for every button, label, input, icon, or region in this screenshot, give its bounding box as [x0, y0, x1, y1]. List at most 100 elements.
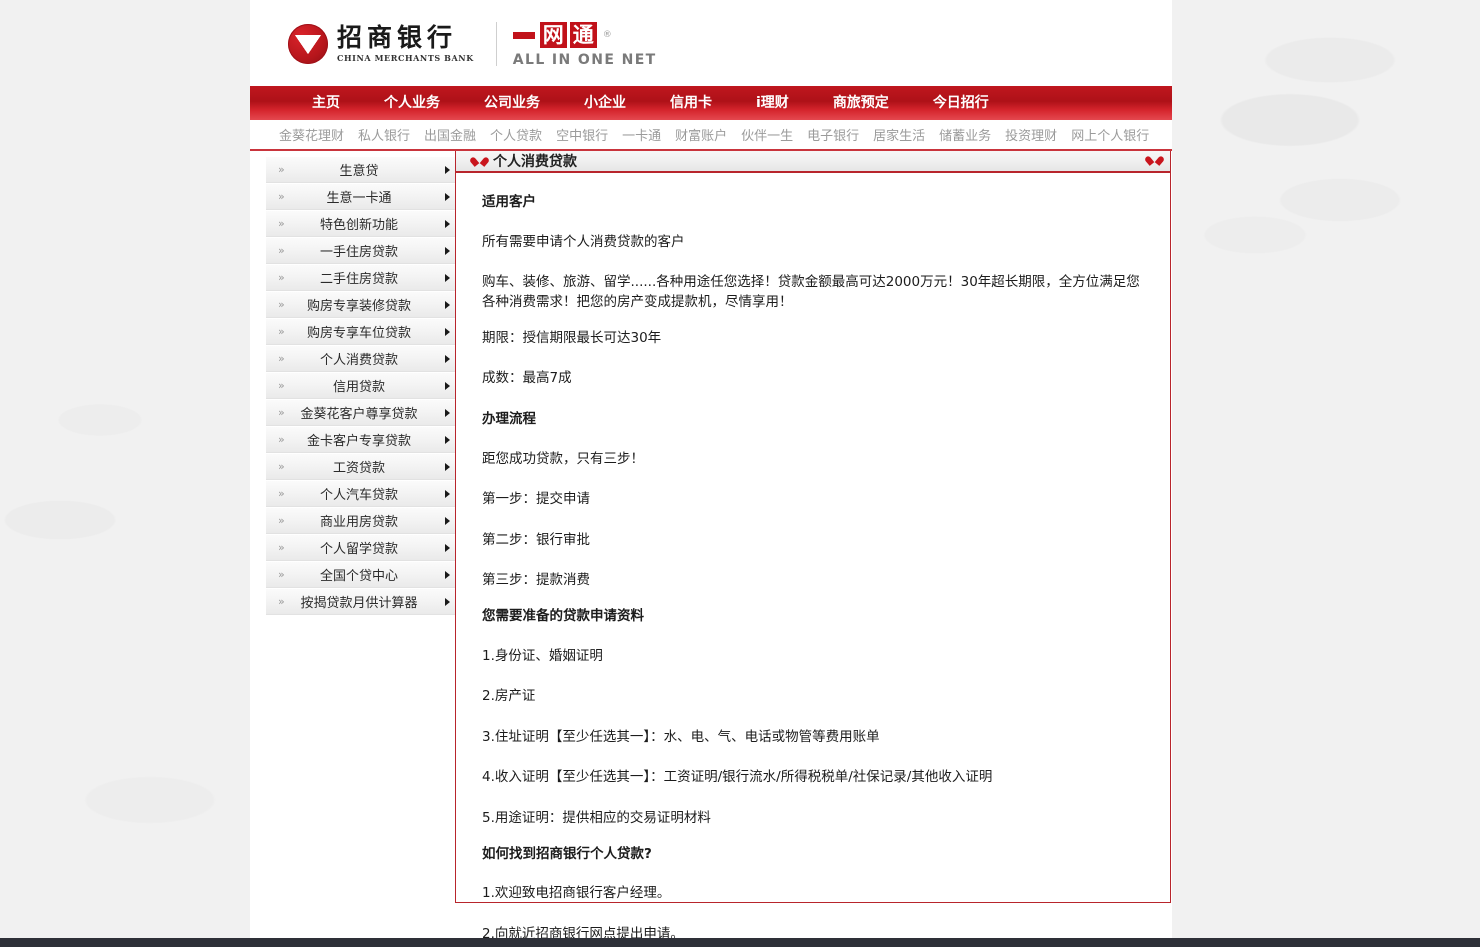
sidebar-item-national-loan-center[interactable]: » 全国个贷中心 — [266, 561, 456, 588]
sidebar-item-label: 个人汽车贷款 — [319, 488, 398, 503]
subnav-item-air-banking[interactable]: 空中银行 — [549, 125, 615, 144]
sidebar-item-label: 一手住房贷款 — [319, 245, 398, 260]
site-header: 招商银行 CHINA MERCHANTS BANK 网 通 ® ALL IN O… — [250, 0, 1172, 86]
sidebar-item-mortgage-calculator[interactable]: » 按揭贷款月供计算器 — [266, 588, 456, 615]
brand-logo[interactable]: 招商银行 CHINA MERCHANTS BANK 网 通 ® ALL IN O… — [288, 20, 657, 68]
sidebar-item-study-abroad-loan[interactable]: » 个人留学贷款 — [266, 534, 456, 561]
subnav-item-partner-for-life[interactable]: 伙伴一生 — [734, 125, 800, 144]
nav-item-personal[interactable]: 个人业务 — [362, 86, 462, 120]
side-menu: » 生意贷 » 生意一卡通 » 特色创新功能 » 一手住房贷款 » 二手住房贷款… — [266, 156, 456, 615]
sidebar-item-label: 全国个贷中心 — [319, 569, 398, 584]
sidebar-item-label: 金卡客户专享贷款 — [306, 434, 411, 449]
sidebar-item-renovation-loan[interactable]: » 购房专享装修贷款 — [266, 291, 456, 318]
triangle-right-icon — [445, 597, 450, 606]
nav-item-corporate[interactable]: 公司业务 — [462, 86, 562, 120]
subnav-item-investment[interactable]: 投资理财 — [998, 125, 1064, 144]
double-chevron-icon: » — [278, 271, 285, 284]
sidebar-item-business-loan[interactable]: » 生意贷 — [266, 156, 456, 183]
sidebar-item-personal-auto-loan[interactable]: » 个人汽车贷款 — [266, 480, 456, 507]
nav-item-today-cmb[interactable]: 今日招行 — [911, 86, 1011, 120]
double-chevron-icon: » — [278, 325, 285, 338]
double-chevron-icon: » — [278, 406, 285, 419]
sidebar-item-business-all-in-one-card[interactable]: » 生意一卡通 — [266, 183, 456, 210]
paragraph-term: 期限：授信期限最长可达30年 — [482, 329, 662, 346]
nav-item-credit-card[interactable]: 信用卡 — [648, 86, 734, 120]
triangle-right-icon — [445, 381, 450, 390]
double-chevron-icon: » — [278, 379, 285, 392]
subnav-item-savings[interactable]: 储蓄业务 — [932, 125, 998, 144]
sidebar-item-gold-card-exclusive-loan[interactable]: » 金卡客户专享贷款 — [266, 426, 456, 453]
double-chevron-icon: » — [278, 163, 285, 176]
sidebar-item-personal-consumption-loan[interactable]: » 个人消费贷款 — [266, 345, 456, 372]
double-chevron-icon: » — [278, 595, 285, 608]
triangle-right-icon — [445, 246, 450, 255]
subnav-item-overseas-finance[interactable]: 出国金融 — [417, 125, 483, 144]
subnav-item-online-banking[interactable]: 网上个人银行 — [1064, 125, 1156, 144]
sidebar-item-sunflower-exclusive-loan[interactable]: » 金葵花客户尊享贷款 — [266, 399, 456, 426]
registered-mark-icon: ® — [602, 30, 612, 41]
double-chevron-icon: » — [278, 298, 285, 311]
subnav-item-home-life[interactable]: 居家生活 — [866, 125, 932, 144]
triangle-right-icon — [445, 219, 450, 228]
paragraph-step-3: 第三步：提款消费 — [482, 572, 590, 589]
double-chevron-icon: » — [278, 217, 285, 230]
sidebar-item-second-hand-home-loan[interactable]: » 二手住房贷款 — [266, 264, 456, 291]
triangle-right-icon — [445, 489, 450, 498]
paragraph-doc-1: 1.身份证、婚姻证明 — [482, 647, 603, 664]
paragraph-ltv-ratio: 成数：最高7成 — [482, 370, 572, 387]
triangle-right-icon — [445, 570, 450, 579]
sidebar-item-commercial-property-loan[interactable]: » 商业用房贷款 — [266, 507, 456, 534]
triangle-right-icon — [445, 543, 450, 552]
net-char-wang: 网 — [539, 22, 567, 49]
sidebar-item-label: 生意一卡通 — [326, 191, 392, 206]
cmb-mountain-logo-icon — [288, 24, 328, 65]
subnav-item-all-in-one-card[interactable]: 一卡通 — [615, 125, 668, 144]
net-dash-glyph — [512, 31, 535, 39]
nav-item-i-wealth[interactable]: i理财 — [734, 86, 811, 120]
main-navigation: 主页 个人业务 公司业务 小企业 信用卡 i理财 商旅预定 今日招行 — [250, 86, 1172, 120]
triangle-right-icon — [445, 165, 450, 174]
sidebar-item-innovative-features[interactable]: » 特色创新功能 — [266, 210, 456, 237]
brand-name-en: CHINA MERCHANTS BANK — [337, 53, 474, 64]
double-chevron-icon: » — [278, 568, 285, 581]
sidebar-item-label: 特色创新功能 — [319, 218, 398, 233]
paragraph-doc-5: 5.用途证明：提供相应的交易证明材料 — [482, 809, 711, 826]
sidebar-item-new-home-loan[interactable]: » 一手住房贷款 — [266, 237, 456, 264]
article-body: 适用客户 所有需要申请个人消费贷款的客户 购车、装修、旅游、留学......各种… — [456, 173, 1170, 947]
section-heading-target-customers: 适用客户 — [482, 194, 536, 210]
subnav-item-wealth-account[interactable]: 财富账户 — [668, 125, 734, 144]
double-chevron-icon: » — [278, 514, 285, 527]
triangle-right-icon — [445, 273, 450, 282]
paragraph-target-customers: 所有需要申请个人消费贷款的客户 — [482, 233, 685, 250]
sidebar-item-label: 工资贷款 — [332, 461, 385, 476]
triangle-right-icon — [445, 327, 450, 336]
section-heading-required-documents: 您需要准备的贷款申请资料 — [482, 607, 644, 624]
content-title-bar: 个人消费贷款 — [456, 151, 1170, 173]
sub-navigation: 金葵花理财 私人银行 出国金融 个人贷款 空中银行 一卡通 财富账户 伙伴一生 … — [250, 120, 1172, 151]
double-chevron-icon: » — [278, 352, 285, 365]
sidebar-item-credit-loan[interactable]: » 信用贷款 — [266, 372, 456, 399]
footer-bar — [0, 938, 1480, 947]
sidebar-item-parking-space-loan[interactable]: » 购房专享车位贷款 — [266, 318, 456, 345]
sidebar-item-label: 金葵花客户尊享贷款 — [300, 407, 418, 422]
sidebar-item-label: 个人留学贷款 — [319, 542, 398, 557]
subnav-item-e-banking[interactable]: 电子银行 — [800, 125, 866, 144]
triangle-right-icon — [445, 516, 450, 525]
nav-item-small-business[interactable]: 小企业 — [562, 86, 648, 120]
sidebar-item-salary-loan[interactable]: » 工资贷款 — [266, 453, 456, 480]
triangle-right-icon — [445, 300, 450, 309]
net-name-en: ALL IN ONE NET — [512, 52, 657, 69]
paragraph-step-2: 第二步：银行审批 — [482, 531, 590, 548]
all-in-one-net-logo: 网 通 ® ALL IN ONE NET — [512, 20, 657, 69]
content-panel: 个人消费贷款 适用客户 所有需要申请个人消费贷款的客户 购车、装修、旅游、留学.… — [455, 151, 1171, 942]
sidebar-item-label: 购房专享装修贷款 — [306, 299, 411, 314]
nav-item-travel-booking[interactable]: 商旅预定 — [811, 86, 911, 120]
subnav-item-private-banking[interactable]: 私人银行 — [351, 125, 417, 144]
subnav-item-personal-loan[interactable]: 个人贷款 — [483, 125, 549, 144]
heart-decoration-icon — [1149, 155, 1160, 165]
nav-item-home[interactable]: 主页 — [290, 86, 362, 120]
paragraph-doc-3: 3.住址证明【至少任选其一】：水、电、气、电话或物管等费用账单 — [482, 728, 880, 745]
subnav-item-sunflower-wealth[interactable]: 金葵花理财 — [272, 125, 351, 144]
sidebar-item-label: 商业用房贷款 — [319, 515, 398, 530]
paragraph-process-intro: 距您成功贷款，只有三步！ — [482, 450, 644, 467]
